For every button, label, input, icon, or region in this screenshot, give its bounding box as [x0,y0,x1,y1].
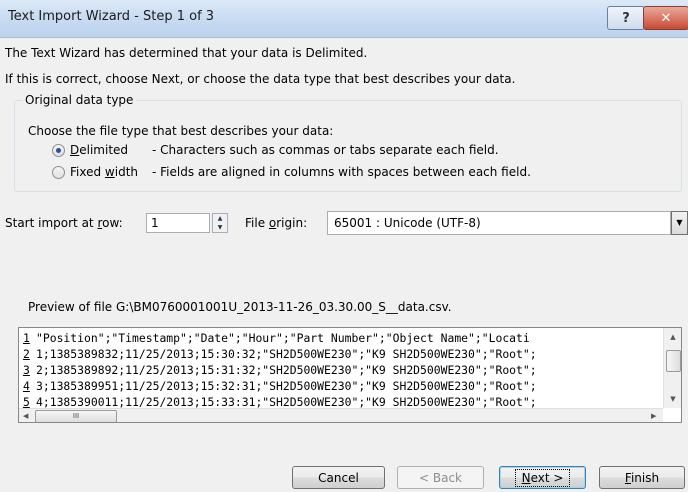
preview-lines: 1 "Position";"Timestamp";"Date";"Hour";"P… [19,330,663,408]
vertical-scrollbar[interactable]: ▲ ▼ [663,328,681,408]
intro-line-1: The Text Wizard has determined that your… [5,46,368,60]
preview-line: 3 2;1385389892;11/25/2013;15:31:32;"SH2D5… [23,363,537,377]
help-icon: ? [622,10,630,26]
cancel-button[interactable]: Cancel [292,466,385,489]
delimited-label[interactable]: Delimited [70,143,128,157]
start-row-input[interactable]: 1 [146,213,210,233]
fixed-width-description: - Fields are aligned in columns with spa… [152,165,531,179]
fixed-width-label[interactable]: Fixed width [70,165,138,179]
close-button[interactable]: ✕ [643,6,688,30]
horizontal-scrollbar[interactable]: ◀ III ▶ [19,408,663,422]
start-row-spinner[interactable]: ▲ ▼ [212,213,228,233]
horizontal-scroll-thumb[interactable]: III [35,410,117,422]
start-row-label: Start import at row: [5,216,123,230]
file-origin-label: File origin: [245,216,308,230]
spin-up-icon[interactable]: ▲ [213,214,227,223]
preview-line: 5 4;1385390011;11/25/2013;15:33:31;"SH2D5… [23,395,537,408]
preview-line: 2 1;1385389832;11/25/2013;15:30:32;"SH2D5… [23,347,537,361]
close-icon: ✕ [660,10,672,26]
next-button[interactable]: Next > [499,466,586,489]
scroll-down-icon[interactable]: ▼ [664,390,681,408]
preview-box[interactable]: 1 "Position";"Timestamp";"Date";"Hour";"P… [18,327,682,423]
group-label: Original data type [22,93,137,107]
scroll-left-icon[interactable]: ◀ [23,409,28,422]
fixed-width-radio[interactable] [52,166,65,179]
file-origin-select[interactable]: 65001 : Unicode (UTF-8) [327,211,671,235]
preview-label: Preview of file G:\BM0760001001U_2013-11… [28,300,452,314]
preview-line: 1 "Position";"Timestamp";"Date";"Hour";"P… [23,331,530,345]
finish-button[interactable]: Finish [599,466,685,489]
window-title: Text Import Wizard - Step 1 of 3 [8,9,215,24]
back-button[interactable]: < Back [397,466,484,489]
delimited-description: - Characters such as commas or tabs sepa… [152,143,499,157]
title-bar: Text Import Wizard - Step 1 of 3 ? ✕ [0,0,688,38]
scroll-right-icon[interactable]: ▶ [651,409,656,422]
preview-line: 4 3;1385389951;11/25/2013;15:32:31;"SH2D5… [23,379,537,393]
intro-line-2: If this is correct, choose Next, or choo… [5,72,516,86]
spin-down-icon[interactable]: ▼ [213,223,227,232]
help-button[interactable]: ? [607,6,645,30]
file-type-prompt: Choose the file type that best describes… [28,124,334,138]
scroll-up-icon[interactable]: ▲ [664,328,681,346]
vertical-scroll-thumb[interactable] [666,350,681,372]
dropdown-arrow-icon[interactable]: ▼ [671,211,688,235]
delimited-radio[interactable] [52,144,65,157]
